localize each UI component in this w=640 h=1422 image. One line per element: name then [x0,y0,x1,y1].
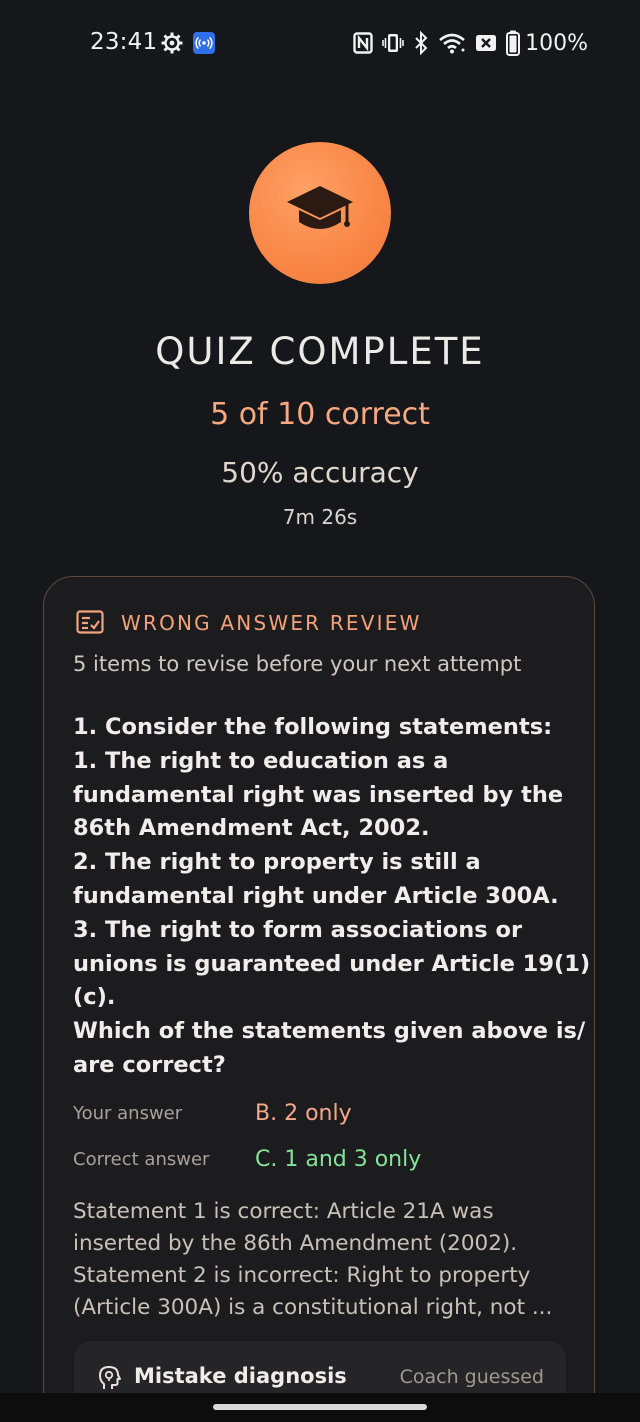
question-line: fundamental right was inserted by the [73,781,564,808]
quiz-badge [249,142,391,284]
lightbulb-head-icon [99,1366,121,1389]
vibrate-icon [382,34,404,52]
question-line: 3. The right to form associations or [73,916,523,943]
battery-icon [506,30,521,56]
cast-icon [193,32,215,54]
duration-text: 7m 26s [282,505,358,529]
diagnosis-tag: Coach guessed [399,1366,544,1388]
wifi-icon [439,33,465,54]
your-answer-label: Your answer [73,1102,183,1124]
explanation-line: inserted by the 86th Amendment (2002). [73,1231,518,1256]
score-text: 5 of 10 correct [210,397,430,432]
question-line: 86th Amendment Act, 2002. [73,815,430,842]
status-icons: 100% [353,29,588,57]
question-text: 1. Consider the following statements: 1.… [73,711,591,1083]
question-line: 2. The right to property is still a [73,849,481,876]
settings-gear-icon [161,32,183,54]
explanation-text: Statement 1 is correct: Article 21A was … [73,1196,573,1324]
your-answer-row: Your answer B. 2 only [73,1098,352,1128]
question-line: fundamental right under Article 300A. [73,882,559,909]
question-line: unions is guaranteed under Article 19(1) [73,950,591,977]
review-heading: WRONG ANSWER REVIEW [121,611,422,635]
wrong-answer-review-card: WRONG ANSWER REVIEW 5 items to revise be… [43,576,595,1422]
checklist-icon [76,610,104,634]
quiz-result-screen: 23:41 100% QUIZ COMPLETE 5 of 10 correct… [0,0,640,1422]
explanation-line: Statement 1 is correct: Article 21A was [73,1199,494,1224]
correct-answer-label: Correct answer [73,1148,210,1170]
diagnosis-title: Mistake diagnosis [134,1364,347,1388]
question-line: Which of the statements given above is/ [73,1018,586,1045]
status-time: 23:41 [90,29,158,55]
explanation-line: Statement 2 is incorrect: Right to prope… [73,1263,531,1288]
gesture-nav-bar [0,1393,640,1422]
question-line: 1. The right to education as a [73,747,449,774]
question-line: (c). [73,984,116,1011]
review-subtitle: 5 items to revise before your next attem… [73,652,522,676]
graduation-cap-icon [287,186,353,229]
your-answer-value: B. 2 only [255,1100,352,1126]
page-title: QUIZ COMPLETE [155,330,485,373]
explanation-line: (Article 300A) is a constitutional right… [73,1295,553,1320]
correct-answer-row: Correct answer C. 1 and 3 only [73,1144,421,1174]
nfc-icon [353,32,373,54]
accuracy-text: 50% accuracy [221,456,419,489]
question-line: 1. Consider the following statements: [73,714,553,740]
bluetooth-icon [415,31,428,55]
sim-off-icon [476,35,497,51]
battery-percent: 100% [525,30,588,56]
status-bar: 23:41 100% [0,0,640,88]
home-handle[interactable] [213,1404,427,1410]
question-line: are correct? [73,1051,226,1078]
correct-answer-value: C. 1 and 3 only [255,1146,422,1172]
